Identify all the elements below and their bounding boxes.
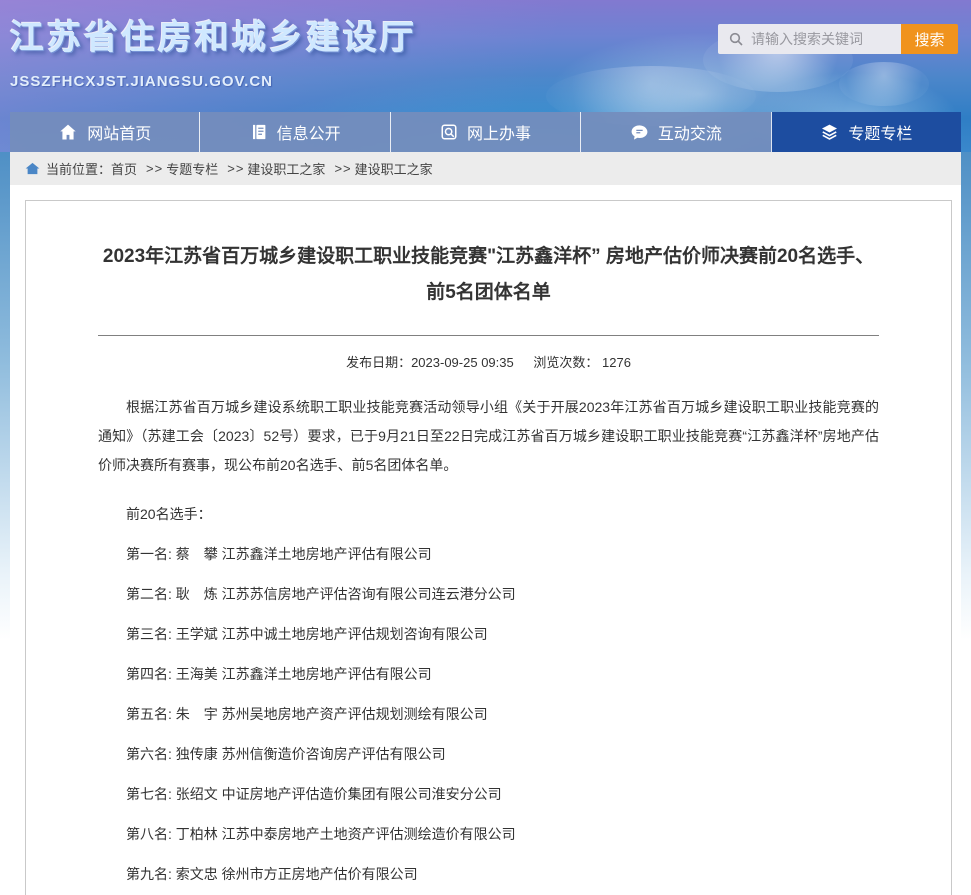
lead-paragraph: 根据江苏省百万城乡建设系统职工职业技能竞赛活动领导小组《关于开展2023年江苏省… xyxy=(98,393,879,480)
home-icon xyxy=(58,122,78,142)
winner-rank: 第一名: xyxy=(126,546,172,562)
winner-company: 江苏中泰房地产土地资产评估测绘造价有限公司 xyxy=(222,826,516,842)
site-brand: 江苏省住房和城乡建设厅 JSSZFHCXJST.JIANGSU.GOV.CN xyxy=(10,10,417,90)
winner-company: 中证房地产评估造价集团有限公司淮安分公司 xyxy=(222,786,502,802)
search-box[interactable] xyxy=(718,24,901,54)
search-icon xyxy=(728,31,744,47)
winner-company: 徐州市方正房地产估价有限公司 xyxy=(222,866,418,882)
article-meta: 发布日期：2023-09-25 09:35 浏览次数： 1276 xyxy=(98,352,879,371)
winner-rank: 第五名: xyxy=(126,706,172,722)
nav-item-online-services[interactable]: 网上办事 xyxy=(390,112,580,152)
winner-name: 索文忠 xyxy=(176,866,218,882)
nav-item-label: 互动交流 xyxy=(658,120,722,144)
winner-rank: 第六名: xyxy=(126,746,172,762)
winner-company: 江苏苏信房地产评估咨询有限公司连云港分公司 xyxy=(222,586,516,602)
winner-name: 朱 宇 xyxy=(176,706,218,722)
nav-item-info-disclosure[interactable]: 信息公开 xyxy=(199,112,389,152)
breadcrumb-separator: >> xyxy=(227,161,244,176)
winner-item-5: 第五名: 朱 宇 苏州吴地房地产资产评估规划测绘有限公司 xyxy=(98,704,879,724)
site-url: JSSZFHCXJST.JIANGSU.GOV.CN xyxy=(10,73,417,90)
nav-item-special-topics[interactable]: 专题专栏 xyxy=(771,112,961,152)
breadcrumb-link-workers-home-2[interactable]: 建设职工之家 xyxy=(355,159,433,178)
site-header: 江苏省住房和城乡建设厅 JSSZFHCXJST.JIANGSU.GOV.CN 搜… xyxy=(0,0,971,152)
winner-rank: 第九名: xyxy=(126,866,172,882)
winner-item-3: 第三名: 王学斌 江苏中诚土地房地产评估规划咨询有限公司 xyxy=(98,624,879,644)
search-button[interactable]: 搜索 xyxy=(901,24,958,54)
winner-item-6: 第六名: 独传康 苏州信衡造价咨询房产评估有限公司 xyxy=(98,744,879,764)
winner-name: 独传康 xyxy=(176,746,218,762)
nav-item-interaction[interactable]: 互动交流 xyxy=(580,112,770,152)
breadcrumb-separator: >> xyxy=(334,161,351,176)
winner-company: 江苏中诚土地房地产评估规划咨询有限公司 xyxy=(222,626,488,642)
winner-name: 王海美 xyxy=(176,666,218,682)
breadcrumb-separator: >> xyxy=(146,161,163,176)
winner-item-4: 第四名: 王海美 江苏鑫洋土地房地产评估有限公司 xyxy=(98,664,879,684)
winner-name: 耿 炼 xyxy=(176,586,218,602)
article-title: 2023年江苏省百万城乡建设职工职业技能竞赛"江苏鑫洋杯” 房地产估价师决赛前2… xyxy=(98,239,879,311)
nav-item-label: 网站首页 xyxy=(87,120,151,144)
winner-rank: 第四名: xyxy=(126,666,172,682)
breadcrumb-home-icon xyxy=(25,162,40,175)
winner-item-9: 第九名: 索文忠 徐州市方正房地产估价有限公司 xyxy=(98,864,879,884)
winner-item-7: 第七名: 张绍文 中证房地产评估造价集团有限公司淮安分公司 xyxy=(98,784,879,804)
nav-item-label: 网上办事 xyxy=(467,120,531,144)
winner-company: 苏州吴地房地产资产评估规划测绘有限公司 xyxy=(222,706,488,722)
header-building-dome xyxy=(839,62,929,106)
winner-rank: 第二名: xyxy=(126,586,172,602)
winner-rank: 第三名: xyxy=(126,626,172,642)
view-count: 浏览次数： 1276 xyxy=(533,355,631,370)
winner-item-2: 第二名: 耿 炼 江苏苏信房地产评估咨询有限公司连云港分公司 xyxy=(98,584,879,604)
winner-company: 江苏鑫洋土地房地产评估有限公司 xyxy=(222,546,432,562)
doc-search-icon xyxy=(440,123,458,141)
winner-rank: 第七名: xyxy=(126,786,172,802)
site-title: 江苏省住房和城乡建设厅 xyxy=(10,10,417,59)
title-divider xyxy=(98,335,879,336)
nav-item-home[interactable]: 网站首页 xyxy=(10,112,199,152)
article-card: 2023年江苏省百万城乡建设职工职业技能竞赛"江苏鑫洋杯” 房地产估价师决赛前2… xyxy=(25,200,952,895)
search-input[interactable] xyxy=(751,31,891,47)
document-icon xyxy=(250,123,268,141)
main-navbar: 网站首页 信息公开 网上办事 互动交流 专题专栏 xyxy=(10,112,961,152)
breadcrumb-link-workers-home[interactable]: 建设职工之家 xyxy=(247,159,325,178)
breadcrumb-prefix: 当前位置： xyxy=(46,159,111,178)
breadcrumb: 当前位置： 首页 >> 专题专栏 >> 建设职工之家 >> 建设职工之家 xyxy=(10,152,961,185)
layers-icon xyxy=(820,123,839,142)
breadcrumb-link-topics[interactable]: 专题专栏 xyxy=(166,159,218,178)
winner-item-1: 第一名: 蔡 攀 江苏鑫洋土地房地产评估有限公司 xyxy=(98,544,879,564)
content-area: 2023年江苏省百万城乡建设职工职业技能竞赛"江苏鑫洋杯” 房地产估价师决赛前2… xyxy=(10,185,961,895)
winner-name: 张绍文 xyxy=(176,786,218,802)
winner-name: 蔡 攀 xyxy=(176,546,218,562)
winner-name: 王学斌 xyxy=(176,626,218,642)
chat-icon xyxy=(630,123,649,142)
nav-item-label: 信息公开 xyxy=(277,120,341,144)
header-search: 搜索 xyxy=(718,24,958,54)
winner-name: 丁柏林 xyxy=(176,826,218,842)
article-body: 根据江苏省百万城乡建设系统职工职业技能竞赛活动领导小组《关于开展2023年江苏省… xyxy=(98,393,879,895)
winner-company: 苏州信衡造价咨询房产评估有限公司 xyxy=(222,746,446,762)
winner-company: 江苏鑫洋土地房地产评估有限公司 xyxy=(222,666,432,682)
winner-rank: 第八名: xyxy=(126,826,172,842)
winners-list-heading: 前20名选手： xyxy=(98,504,879,524)
publish-date: 发布日期：2023-09-25 09:35 xyxy=(346,355,514,370)
breadcrumb-link-home[interactable]: 首页 xyxy=(111,159,137,178)
winner-item-8: 第八名: 丁柏林 江苏中泰房地产土地资产评估测绘造价有限公司 xyxy=(98,824,879,844)
nav-item-label: 专题专栏 xyxy=(848,120,912,144)
